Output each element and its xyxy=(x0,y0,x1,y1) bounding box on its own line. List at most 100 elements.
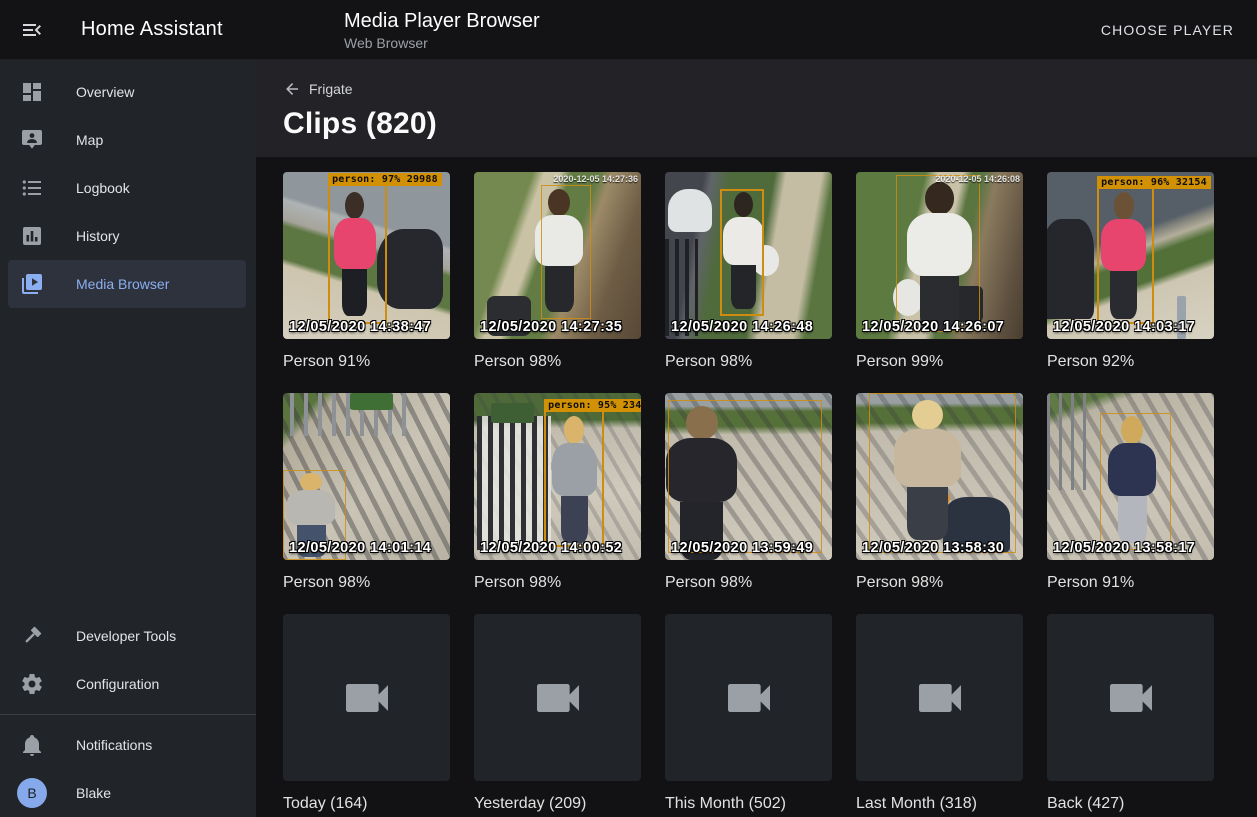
video-camera-icon xyxy=(339,670,395,726)
detection-bounding-box xyxy=(668,400,822,554)
app-header: Home Assistant Media Player Browser Web … xyxy=(0,0,1257,60)
sidebar-item-overview[interactable]: Overview xyxy=(8,68,246,116)
clip-tile[interactable]: person: 96% 32154 12/05/2020 14:03:17 Per… xyxy=(1047,172,1214,371)
main-header: Frigate Clips (820) xyxy=(256,60,1257,157)
sidebar-item-label: Notifications xyxy=(76,737,152,753)
camera-osd-top: 2020-12-05 14:26:08 xyxy=(935,174,1020,184)
cog-icon xyxy=(20,672,44,696)
camera-osd-top: 2020-12-05 14:27:36 xyxy=(553,174,638,184)
sidebar-item-configuration[interactable]: Configuration xyxy=(8,660,246,708)
sidebar-bottom-items: Notifications xyxy=(0,721,256,769)
scene-shape xyxy=(1047,219,1094,319)
clip-caption: Person 98% xyxy=(665,573,832,592)
main-area: Frigate Clips (820) person: 97% 2998812/… xyxy=(256,60,1257,817)
clip-thumbnail: person: 95% 2343212/05/2020 14:00:52 xyxy=(474,393,641,560)
folder-tile-back-427[interactable]: Back (427) xyxy=(1047,614,1214,813)
folder-caption: This Month (502) xyxy=(665,794,832,813)
folder-thumbnail xyxy=(665,614,832,781)
folder-tile-this-month-502[interactable]: This Month (502) xyxy=(665,614,832,813)
clip-thumbnail: person: 96% 32154 12/05/2020 14:03:17 xyxy=(1047,172,1214,339)
sidebar-divider xyxy=(0,714,256,715)
detection-bounding-box xyxy=(720,189,763,316)
bell-icon xyxy=(20,733,44,757)
clip-timestamp: 12/05/2020 13:59:49 xyxy=(671,540,813,556)
clip-caption: Person 98% xyxy=(474,352,641,371)
clip-tile[interactable]: 12/05/2020 14:01:14 Person 98% xyxy=(283,393,450,592)
clip-timestamp: 12/05/2020 13:58:17 xyxy=(1053,540,1195,556)
clip-tile[interactable]: person: 95% 2343212/05/2020 14:00:52 Per… xyxy=(474,393,641,592)
sidebar-main-items: Overview Map Logbook HistoryMedia Browser xyxy=(0,68,256,308)
clip-caption: Person 91% xyxy=(283,352,450,371)
clip-caption: Person 98% xyxy=(856,573,1023,592)
video-camera-icon xyxy=(912,670,968,726)
clip-tile[interactable]: 2020-12-05 14:26:0812/05/2020 14:26:07 P… xyxy=(856,172,1023,371)
clip-timestamp: 12/05/2020 13:58:30 xyxy=(862,540,1004,556)
folder-thumbnail xyxy=(474,614,641,781)
choose-player-button[interactable]: CHOOSE PLAYER xyxy=(1093,14,1242,46)
sidebar-item-map[interactable]: Map xyxy=(8,116,246,164)
detection-bounding-box: person: 97% 29988 xyxy=(328,184,386,324)
scene-shape xyxy=(491,403,534,423)
arrow-left-icon xyxy=(283,80,301,98)
topbar-left: Home Assistant xyxy=(0,18,256,42)
sidebar-item-media-browser[interactable]: Media Browser xyxy=(8,260,246,308)
video-camera-icon xyxy=(721,670,777,726)
detection-bounding-box xyxy=(869,393,1016,553)
sidebar-item-developer-tools[interactable]: Developer Tools xyxy=(8,612,246,660)
folder-thumbnail xyxy=(856,614,1023,781)
hammer-icon xyxy=(20,624,44,648)
scene-shape xyxy=(377,229,444,309)
folder-caption: Today (164) xyxy=(283,794,450,813)
play-box-multiple-icon xyxy=(20,272,44,296)
page-title: Media Player Browser xyxy=(344,9,1093,33)
detection-bounding-box: person: 95% 23432 xyxy=(544,410,604,547)
sidebar-item-label: Map xyxy=(76,132,103,148)
clip-tile[interactable]: 12/05/2020 14:26:48 Person 98% xyxy=(665,172,832,371)
folder-tile-today-164[interactable]: Today (164) xyxy=(283,614,450,813)
clip-timestamp: 12/05/2020 14:03:17 xyxy=(1053,319,1195,335)
clips-title: Clips (820) xyxy=(283,107,1257,141)
clip-thumbnail: person: 97% 2998812/05/2020 14:38:47 xyxy=(283,172,450,339)
detection-bounding-box xyxy=(1100,413,1170,550)
user-name: Blake xyxy=(76,785,111,801)
clip-tile[interactable]: 2020-12-05 14:27:3612/05/2020 14:27:35 P… xyxy=(474,172,641,371)
clips-grid: person: 97% 2998812/05/2020 14:38:47 Per… xyxy=(283,172,1241,817)
folder-tile-last-month-318[interactable]: Last Month (318) xyxy=(856,614,1023,813)
sidebar-item-label: Developer Tools xyxy=(76,628,176,644)
scene-shape xyxy=(350,393,393,410)
clip-thumbnail: 12/05/2020 13:58:17 xyxy=(1047,393,1214,560)
clip-tile[interactable]: 12/05/2020 13:59:49 Person 98% xyxy=(665,393,832,592)
sidebar-item-label: Configuration xyxy=(76,676,159,692)
sidebar-item-notifications[interactable]: Notifications xyxy=(8,721,246,769)
detection-label: person: 96% 32154 xyxy=(1097,176,1211,189)
sidebar-item-logbook[interactable]: Logbook xyxy=(8,164,246,212)
menu-open-icon[interactable] xyxy=(20,18,44,42)
sidebar-item-label: Logbook xyxy=(76,180,130,196)
clip-thumbnail: 12/05/2020 13:59:49 xyxy=(665,393,832,560)
clip-caption: Person 91% xyxy=(1047,573,1214,592)
clip-caption: Person 99% xyxy=(856,352,1023,371)
clip-tile[interactable]: person: 97% 2998812/05/2020 14:38:47 Per… xyxy=(283,172,450,371)
sidebar-item-user[interactable]: B Blake xyxy=(8,769,246,817)
scene-shape xyxy=(477,416,550,550)
folder-tile-yesterday-209[interactable]: Yesterday (209) xyxy=(474,614,641,813)
detection-label: person: 95% 23432 xyxy=(544,399,641,412)
clip-timestamp: 12/05/2020 14:00:52 xyxy=(480,540,622,556)
avatar: B xyxy=(17,778,47,808)
clip-tile[interactable]: 12/05/2020 13:58:30 Person 98% xyxy=(856,393,1023,592)
clip-thumbnail: 2020-12-05 14:27:3612/05/2020 14:27:35 xyxy=(474,172,641,339)
app-root: Home Assistant Media Player Browser Web … xyxy=(0,0,1257,817)
clip-tile[interactable]: 12/05/2020 13:58:17 Person 91% xyxy=(1047,393,1214,592)
sidebar-item-history[interactable]: History xyxy=(8,212,246,260)
clip-thumbnail: 12/05/2020 14:26:48 xyxy=(665,172,832,339)
video-camera-icon xyxy=(530,670,586,726)
clip-thumbnail: 2020-12-05 14:26:0812/05/2020 14:26:07 xyxy=(856,172,1023,339)
sidebar: Overview Map Logbook HistoryMedia Browser D… xyxy=(0,60,256,817)
chart-box-icon xyxy=(20,224,44,248)
clip-caption: Person 92% xyxy=(1047,352,1214,371)
clip-caption: Person 98% xyxy=(474,573,641,592)
clip-timestamp: 12/05/2020 14:01:14 xyxy=(289,540,431,556)
content: person: 97% 2998812/05/2020 14:38:47 Per… xyxy=(256,157,1257,817)
breadcrumb[interactable]: Frigate xyxy=(283,80,353,98)
page-subtitle: Web Browser xyxy=(344,35,1093,51)
